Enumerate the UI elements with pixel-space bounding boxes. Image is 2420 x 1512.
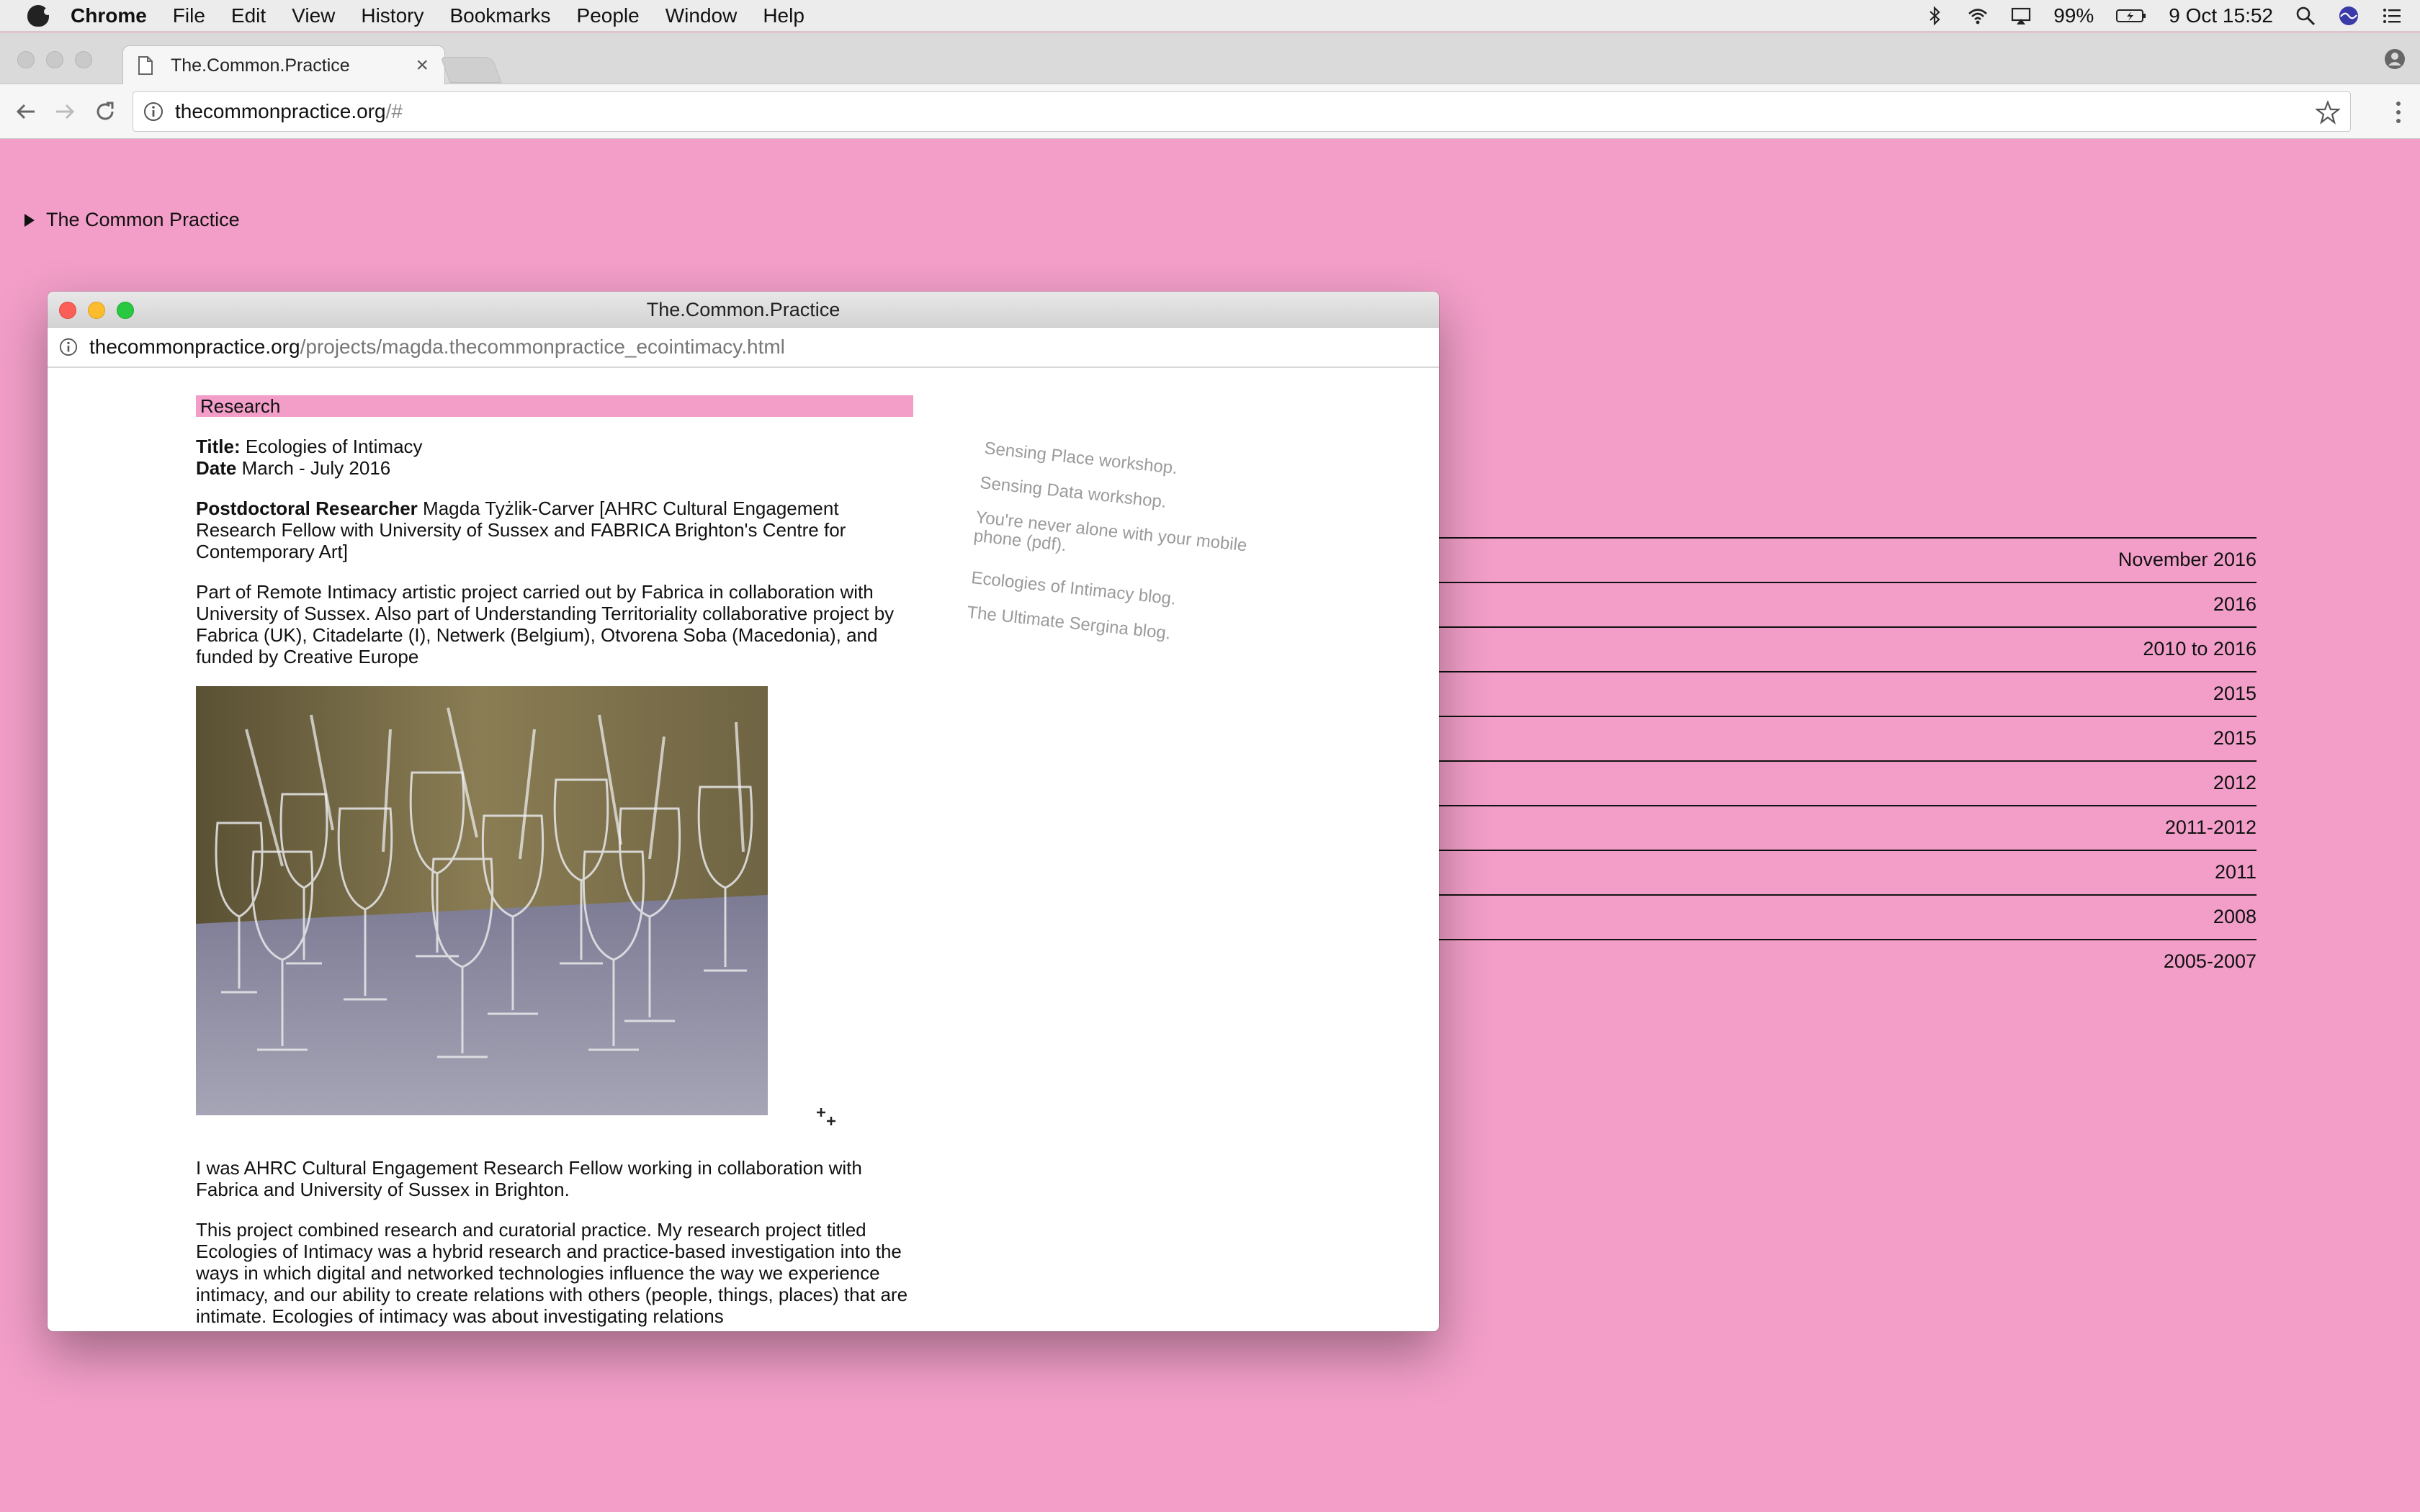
- link-mobile-phone-pdf[interactable]: You're never alone with your mobile phon…: [973, 508, 1249, 574]
- site-title: The Common Practice: [46, 209, 240, 230]
- popup-url-bar[interactable]: thecommonpractice.org/projects/magda.the…: [48, 328, 1439, 368]
- tab-active[interactable]: The.Common.Practice ×: [122, 45, 445, 85]
- link-sensing-data[interactable]: Sensing Data workshop.: [979, 473, 1168, 512]
- address-bar[interactable]: thecommonpractice.org/#: [133, 91, 2351, 132]
- browser-tabbar: The.Common.Practice ×: [0, 32, 2420, 85]
- macos-menubar: Chrome File Edit View History Bookmarks …: [0, 0, 2420, 32]
- link-ecologies-blog[interactable]: Ecologies of Intimacy blog.: [970, 568, 1177, 609]
- title-label: Title:: [196, 436, 241, 457]
- menu-people[interactable]: People: [577, 4, 640, 27]
- project-year-list: November 2016 2016 2010 to 2016 2015 201…: [1437, 537, 2257, 984]
- role-label: Postdoctoral Researcher: [196, 498, 418, 519]
- menu-view[interactable]: View: [292, 4, 335, 27]
- section-heading: Research: [196, 395, 913, 417]
- date-value: March - July 2016: [241, 457, 391, 479]
- meta-block: Title: Ecologies of Intimacy Date March …: [196, 436, 913, 479]
- battery-icon[interactable]: [2115, 5, 2147, 27]
- back-arrow-icon[interactable]: [13, 99, 39, 125]
- popup-minimize-button[interactable]: [88, 302, 105, 319]
- menu-app-name[interactable]: Chrome: [71, 4, 147, 27]
- move-cursor-icon: [817, 1108, 835, 1125]
- list-item[interactable]: 2005-2007: [1437, 939, 2257, 984]
- siri-icon[interactable]: [2338, 5, 2360, 27]
- status-area: 99% 9 Oct 15:52: [1924, 0, 2403, 32]
- notification-center-icon[interactable]: [2381, 5, 2403, 27]
- body-paragraph-1: I was AHRC Cultural Engagement Research …: [196, 1157, 862, 1200]
- info-icon[interactable]: [143, 102, 163, 122]
- title-value: Ecologies of Intimacy: [245, 436, 423, 457]
- window-minimize-button[interactable]: [46, 51, 63, 68]
- description-paragraph: Part of Remote Intimacy artistic project…: [196, 581, 895, 667]
- bluetooth-icon[interactable]: [1924, 5, 1945, 27]
- list-item[interactable]: 2015: [1437, 671, 2257, 716]
- profile-icon[interactable]: [2384, 48, 2406, 70]
- popup-title: The.Common.Practice: [646, 299, 841, 320]
- list-item[interactable]: 2011: [1437, 850, 2257, 894]
- menu-history[interactable]: History: [361, 4, 424, 27]
- tab-title: The.Common.Practice: [171, 55, 350, 76]
- info-icon[interactable]: [59, 338, 78, 356]
- article-content: Research Title: Ecologies of Intimacy Da…: [196, 395, 913, 1331]
- popup-zoom-button[interactable]: [117, 302, 134, 319]
- list-item[interactable]: November 2016: [1437, 537, 2257, 582]
- list-item[interactable]: 2011-2012: [1437, 805, 2257, 850]
- list-item[interactable]: 2012: [1437, 760, 2257, 805]
- menu-help[interactable]: Help: [763, 4, 805, 27]
- window-close-button[interactable]: [17, 51, 35, 68]
- clock[interactable]: 9 Oct 15:52: [2169, 4, 2273, 27]
- airplay-icon[interactable]: [2010, 5, 2032, 27]
- list-item[interactable]: 2016: [1437, 582, 2257, 626]
- browser-toolbar: thecommonpractice.org/#: [0, 84, 2420, 139]
- link-sensing-place[interactable]: Sensing Place workshop.: [983, 438, 1178, 478]
- list-item[interactable]: 2010 to 2016: [1437, 626, 2257, 671]
- battery-percent: 99%: [2053, 4, 2094, 27]
- wifi-icon[interactable]: [1967, 5, 1989, 27]
- popup-url-path: /projects/magda.thecommonpractice_ecoint…: [300, 336, 785, 358]
- spotlight-search-icon[interactable]: [2295, 5, 2316, 27]
- window-zoom-button[interactable]: [75, 51, 92, 68]
- chrome-menu-icon[interactable]: [2394, 100, 2403, 125]
- popup-url-host: thecommonpractice.org: [89, 336, 300, 358]
- body-paragraph-2: This project combined research and curat…: [196, 1219, 908, 1327]
- menu-bookmarks[interactable]: Bookmarks: [449, 4, 550, 27]
- new-tab-button[interactable]: [440, 57, 502, 83]
- menu-file[interactable]: File: [173, 4, 205, 27]
- disclosure-triangle-icon: [24, 213, 35, 227]
- url-host: thecommonpractice.org: [175, 100, 386, 122]
- popup-window: The.Common.Practice thecommonpractice.or…: [48, 292, 1439, 1331]
- popup-close-button[interactable]: [59, 302, 76, 319]
- url-path: /#: [385, 100, 403, 122]
- list-item[interactable]: 2008: [1437, 894, 2257, 939]
- bookmark-star-icon[interactable]: [2316, 100, 2340, 125]
- link-sergina-blog[interactable]: The Ultimate Sergina blog.: [966, 603, 1171, 644]
- apple-menu-icon[interactable]: [27, 4, 51, 27]
- date-label: Date: [196, 457, 237, 479]
- site-title-toggle[interactable]: The Common Practice: [24, 209, 240, 231]
- reload-icon[interactable]: [92, 99, 118, 125]
- popup-titlebar[interactable]: The.Common.Practice: [48, 292, 1439, 328]
- menu-window[interactable]: Window: [666, 4, 738, 27]
- tab-close-icon[interactable]: ×: [416, 53, 429, 78]
- page-icon: [138, 56, 153, 75]
- list-item[interactable]: 2015: [1437, 716, 2257, 760]
- researcher-block: Postdoctoral Researcher Magda Tyżlik-Car…: [196, 498, 913, 562]
- menu-edit[interactable]: Edit: [231, 4, 266, 27]
- wine-glasses-photo: [196, 686, 768, 1115]
- forward-arrow-icon[interactable]: [52, 99, 78, 125]
